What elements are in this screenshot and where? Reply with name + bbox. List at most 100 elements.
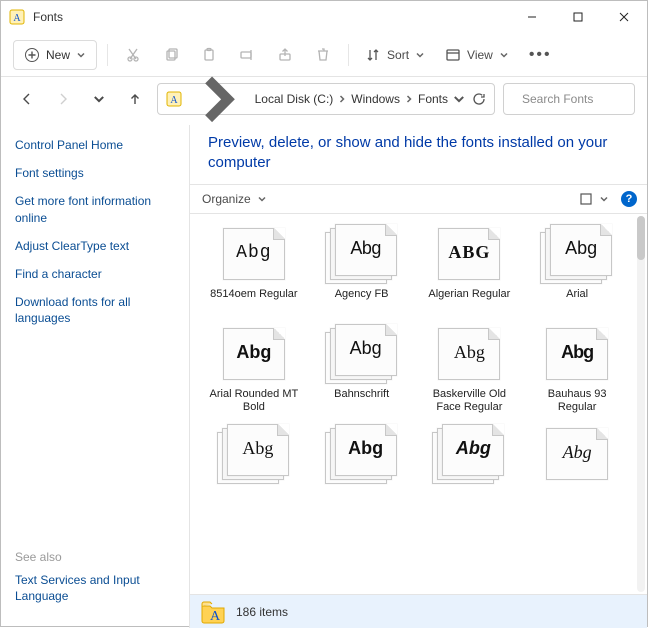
- font-label: Bauhaus 93 Regular: [531, 388, 623, 414]
- organize-button[interactable]: Organize: [200, 184, 269, 214]
- sidebar-item-download-fonts[interactable]: Download fonts for all languages: [15, 294, 175, 326]
- minimize-button[interactable]: [509, 1, 555, 33]
- breadcrumb-segment[interactable]: Windows: [351, 92, 414, 106]
- sidebar-item-text-services[interactable]: Text Services and Input Language: [15, 572, 175, 604]
- forward-button[interactable]: [49, 85, 77, 113]
- font-sample: Abg: [350, 338, 382, 359]
- separator: [107, 44, 108, 66]
- font-label: Baskerville Old Face Regular: [423, 388, 515, 414]
- font-thumb: Abg: [217, 422, 291, 484]
- delete-button[interactable]: [308, 40, 338, 70]
- font-thumb: Abg: [432, 422, 506, 484]
- font-sample: Abg: [563, 442, 592, 463]
- font-item[interactable]: Abg: [523, 420, 631, 516]
- chevron-right-icon[interactable]: [186, 67, 251, 132]
- chevron-right-icon[interactable]: [337, 94, 347, 104]
- font-thumb: Abg: [217, 222, 291, 284]
- share-button[interactable]: [270, 40, 300, 70]
- font-label: Agency FB: [335, 288, 389, 314]
- sidebar-item-get-more-font-info[interactable]: Get more font information online: [15, 193, 175, 225]
- font-sample: Abg: [565, 238, 597, 259]
- more-icon: •••: [529, 46, 552, 64]
- refresh-button[interactable]: [472, 92, 486, 106]
- organize-toolbar: Organize ?: [190, 184, 647, 214]
- more-button[interactable]: •••: [523, 40, 558, 70]
- organize-label: Organize: [202, 192, 251, 206]
- scrollbar-thumb[interactable]: [637, 216, 645, 260]
- font-sample: Abg: [236, 342, 271, 363]
- font-item[interactable]: ABG Algerian Regular: [416, 220, 524, 316]
- scrollbar[interactable]: [637, 216, 645, 593]
- font-sample: ABG: [448, 242, 490, 263]
- breadcrumb-segment[interactable]: Local Disk (C:): [255, 92, 348, 106]
- sidebar-item-adjust-cleartype[interactable]: Adjust ClearType text: [15, 238, 175, 254]
- search-input[interactable]: [520, 91, 648, 107]
- breadcrumb-segment[interactable]: Fonts: [418, 92, 448, 106]
- font-sample: Abg: [242, 438, 273, 459]
- font-thumb: Abg: [325, 322, 399, 384]
- address-dropdown-button[interactable]: [452, 92, 466, 106]
- font-item[interactable]: Abg 8514oem Regular: [200, 220, 308, 316]
- font-item[interactable]: Abg: [416, 420, 524, 516]
- status-item-count: 186 items: [236, 605, 288, 619]
- font-item[interactable]: Abg Arial Rounded MT Bold: [200, 320, 308, 416]
- titlebar: A Fonts: [1, 1, 647, 33]
- help-button[interactable]: ?: [621, 191, 637, 207]
- maximize-button[interactable]: [555, 1, 601, 33]
- content-pane: Preview, delete, or show and hide the fo…: [189, 125, 647, 628]
- fonts-folder-large-icon: A: [200, 599, 226, 625]
- svg-text:A: A: [210, 609, 221, 624]
- close-button[interactable]: [601, 1, 647, 33]
- chevron-right-icon[interactable]: [404, 94, 414, 104]
- view-button[interactable]: View: [439, 40, 515, 70]
- font-grid: Abg 8514oem Regular Abg Agency FB ABG Algeria…: [190, 214, 635, 516]
- sort-button[interactable]: Sort: [359, 40, 431, 70]
- sidebar-item-font-settings[interactable]: Font settings: [15, 165, 175, 181]
- font-thumb: Abg: [325, 222, 399, 284]
- font-item[interactable]: Abg Bahnschrift: [308, 320, 416, 416]
- font-item[interactable]: Abg: [200, 420, 308, 516]
- view-options-button[interactable]: [577, 184, 611, 214]
- font-label: Arial Rounded MT Bold: [208, 388, 300, 414]
- fonts-app-icon: A: [9, 9, 25, 25]
- font-item[interactable]: Abg: [308, 420, 416, 516]
- new-button[interactable]: New: [13, 40, 97, 70]
- cut-button[interactable]: [118, 40, 148, 70]
- sidebar: Control Panel Home Font settings Get mor…: [1, 125, 189, 628]
- rename-button[interactable]: [232, 40, 262, 70]
- window-title: Fonts: [33, 10, 63, 24]
- copy-button[interactable]: [156, 40, 186, 70]
- font-thumb: Abg: [540, 322, 614, 384]
- font-label: Algerian Regular: [428, 288, 510, 314]
- up-button[interactable]: [121, 85, 149, 113]
- font-label: Bahnschrift: [334, 388, 389, 414]
- page-title: Preview, delete, or show and hide the fo…: [190, 125, 647, 184]
- command-bar: New Sort: [1, 33, 647, 77]
- font-item[interactable]: Abg Baskerville Old Face Regular: [416, 320, 524, 416]
- font-thumb: Abg: [540, 422, 614, 484]
- font-sample: Abg: [561, 342, 593, 363]
- recent-locations-button[interactable]: [85, 85, 113, 113]
- font-item[interactable]: Abg Arial: [523, 220, 631, 316]
- font-item[interactable]: Abg Bauhaus 93 Regular: [523, 320, 631, 416]
- font-item[interactable]: Abg Agency FB: [308, 220, 416, 316]
- font-sample: Abg: [454, 342, 485, 363]
- font-thumb: ABG: [432, 222, 506, 284]
- svg-text:A: A: [170, 95, 178, 106]
- font-sample: Abg: [350, 238, 381, 259]
- separator: [348, 44, 349, 66]
- search-box[interactable]: [503, 83, 635, 115]
- sidebar-item-control-panel-home[interactable]: Control Panel Home: [15, 137, 175, 153]
- font-thumb: Abg: [540, 222, 614, 284]
- font-label: 8514oem Regular: [210, 288, 297, 314]
- font-label: Arial: [566, 288, 588, 314]
- font-grid-scroll: Abg 8514oem Regular Abg Agency FB ABG Algeria…: [190, 214, 647, 595]
- svg-text:A: A: [13, 13, 21, 24]
- sidebar-item-find-character[interactable]: Find a character: [15, 266, 175, 282]
- new-button-label: New: [46, 48, 70, 62]
- address-bar[interactable]: A Local Disk (C:) Windows Fonts: [157, 83, 495, 115]
- paste-button[interactable]: [194, 40, 224, 70]
- font-sample: Abg: [236, 243, 271, 263]
- navigation-row: A Local Disk (C:) Windows Fonts: [1, 77, 647, 125]
- back-button[interactable]: [13, 85, 41, 113]
